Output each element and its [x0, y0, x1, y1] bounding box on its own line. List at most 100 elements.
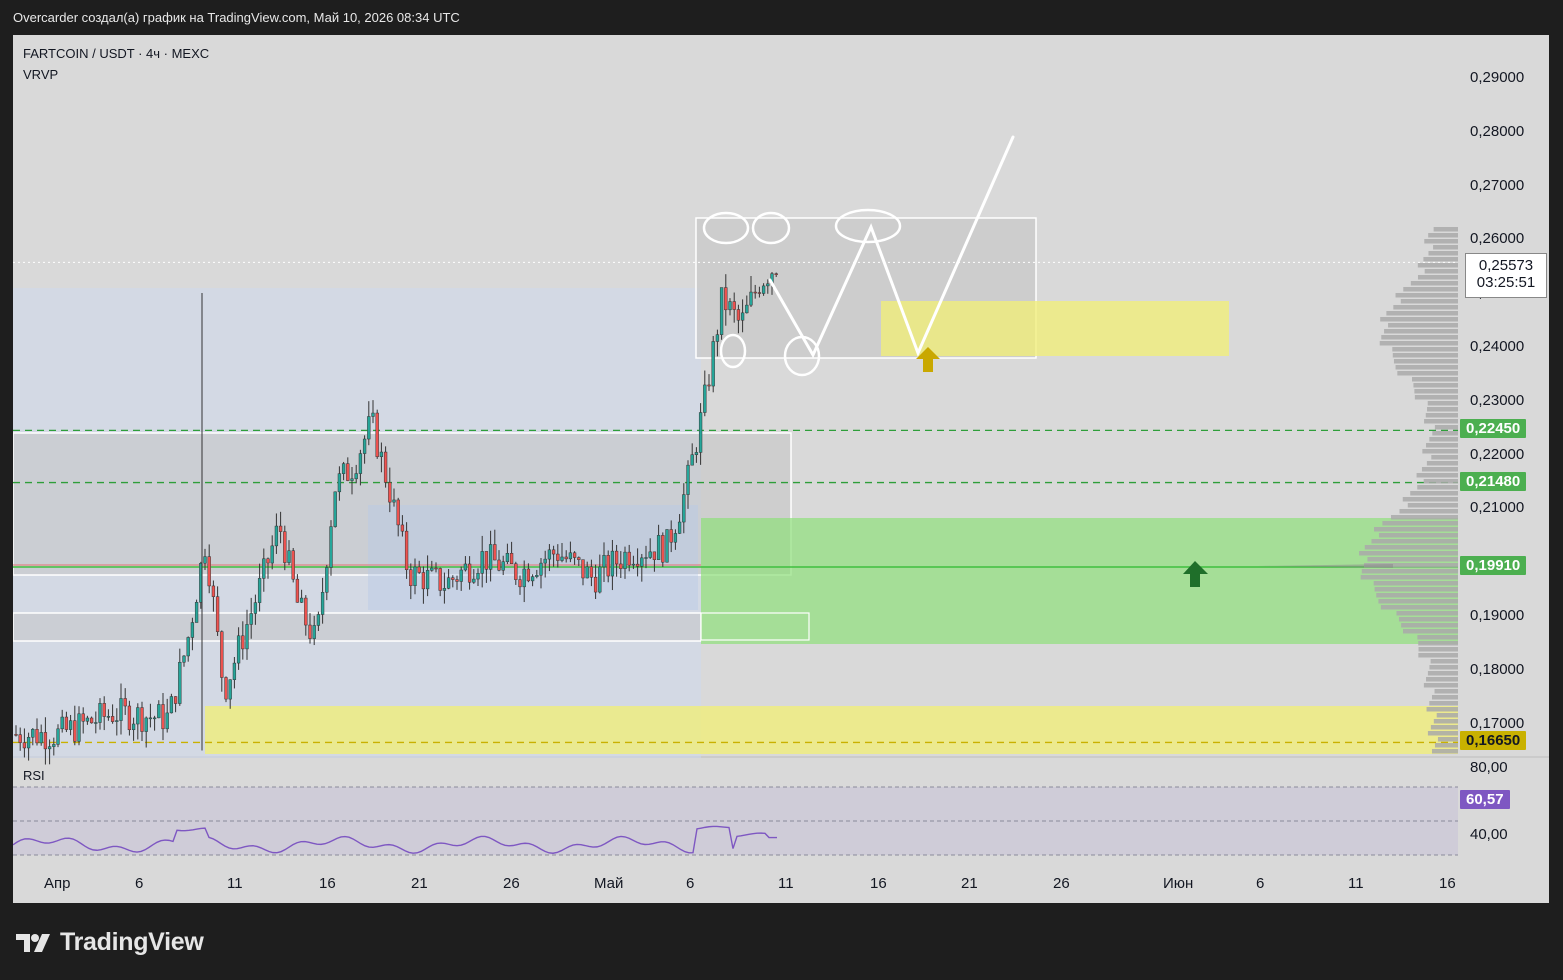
candle-body	[383, 451, 388, 483]
rsi-value-tag: 60,57	[1460, 790, 1510, 809]
volume-profile-bar	[1423, 257, 1458, 262]
candle-body	[350, 478, 354, 481]
candle-body	[35, 729, 39, 744]
candle-body	[89, 717, 94, 724]
volume-profile-bar	[1424, 419, 1458, 424]
symbol-title[interactable]: FARTCOIN / USDT · 4ч · MEXC	[23, 46, 209, 61]
y-axis-tick: 0,29000	[1470, 69, 1525, 86]
volume-profile-bar	[1388, 323, 1458, 328]
candle-body	[73, 720, 77, 742]
candle-body	[627, 551, 631, 566]
candle-body	[564, 556, 568, 560]
rsi-indicator-label[interactable]: RSI	[23, 768, 45, 783]
candle-body	[543, 558, 547, 564]
candle-body	[152, 717, 157, 720]
candle-body	[14, 734, 18, 736]
y-axis-tick: 0,17000	[1470, 714, 1525, 732]
candle-body	[434, 567, 438, 570]
price-level-tag: 0,21480	[1460, 471, 1527, 491]
vrvp-indicator-label[interactable]: VRVP	[23, 67, 58, 82]
volume-profile-bar	[1414, 395, 1458, 400]
volume-profile-bar	[1382, 521, 1458, 526]
y-axis-tick: 0,18000	[1470, 660, 1525, 678]
volume-profile-bar	[1433, 719, 1458, 724]
candle-body	[484, 551, 489, 570]
volume-profile-bar	[1403, 287, 1458, 292]
y-axis-tick: 0,22000	[1470, 445, 1525, 463]
candle-body	[472, 578, 476, 583]
volume-profile-bar	[1361, 569, 1458, 574]
session-profile	[368, 505, 698, 610]
candle-body	[463, 563, 468, 571]
candle-body	[270, 545, 274, 564]
candle-body	[52, 744, 56, 747]
candle-body	[619, 563, 623, 570]
volume-profile-bar	[1364, 545, 1458, 550]
candle-body	[514, 563, 518, 580]
volume-profile-bar	[1373, 581, 1458, 586]
candle-body	[31, 729, 35, 738]
candle-body	[589, 566, 594, 578]
candle-body	[749, 291, 753, 306]
candle-body	[266, 558, 270, 564]
volume-profile-bar	[1359, 551, 1458, 556]
x-axis-tick: Июн	[1163, 875, 1194, 892]
volume-profile-bar	[1429, 437, 1458, 442]
price-level-tag: 0,16650	[1460, 731, 1527, 751]
candle-body	[409, 569, 413, 587]
volume-profile	[1258, 227, 1458, 754]
volume-profile-bar	[1433, 227, 1458, 232]
candle-body	[329, 526, 333, 568]
candle-body	[194, 602, 199, 623]
tradingview-logo[interactable]: TradingView	[16, 928, 204, 957]
price-chart[interactable]	[13, 35, 1549, 903]
candle-body	[446, 577, 451, 589]
volume-profile-bar	[1367, 557, 1458, 562]
volume-profile-bar	[1431, 455, 1458, 460]
volume-profile-bar	[1424, 239, 1458, 244]
candle-body	[169, 696, 174, 714]
candle-body	[295, 578, 300, 603]
volume-profile-bar	[1430, 659, 1458, 664]
candle-body	[488, 544, 493, 570]
candle-body	[698, 412, 703, 453]
candle-body	[136, 707, 140, 725]
volume-profile-bar	[1381, 335, 1458, 340]
candle-body	[711, 341, 715, 387]
volume-profile-bar	[1426, 461, 1458, 466]
candle-body	[451, 577, 455, 580]
volume-profile-bar	[1400, 299, 1458, 304]
volume-profile-bar	[1434, 743, 1458, 748]
candle-body	[707, 384, 711, 387]
y-axis-tick: 0,28000	[1470, 122, 1525, 140]
candle-body	[593, 576, 598, 593]
volume-profile-bar	[1430, 725, 1458, 730]
candle-body	[413, 566, 417, 587]
candle-body	[493, 544, 497, 561]
volume-profile-bar	[1398, 617, 1458, 622]
volume-profile-bar	[1434, 689, 1458, 694]
volume-profile-bar	[1393, 359, 1458, 364]
volume-profile-bar	[1423, 479, 1458, 484]
candle-body	[526, 568, 531, 582]
candle-body	[341, 463, 346, 474]
volume-profile-bar	[1429, 701, 1458, 706]
candle-body	[476, 573, 480, 580]
candle-body	[257, 578, 262, 603]
candle-body	[656, 535, 661, 560]
volume-profile-bar	[1392, 353, 1458, 358]
x-axis-tick: 21	[961, 875, 978, 892]
candle-body	[325, 567, 329, 593]
chart-area[interactable]: FARTCOIN / USDT · 4ч · MEXC VRVP RSI 0,2…	[13, 35, 1549, 903]
rsi-axis-tick: 40,00	[1470, 826, 1508, 843]
current-price-value: 0,25573	[1478, 257, 1534, 274]
candle-body	[665, 529, 669, 563]
volume-profile-bar	[1418, 653, 1458, 658]
candle-body	[690, 454, 694, 466]
volume-profile-bar	[1421, 467, 1458, 472]
candle-body	[547, 549, 552, 560]
y-axis-tick: 0,27000	[1470, 176, 1525, 194]
candle-body	[157, 704, 161, 719]
candle-body	[26, 736, 31, 749]
candle-body	[635, 563, 640, 567]
